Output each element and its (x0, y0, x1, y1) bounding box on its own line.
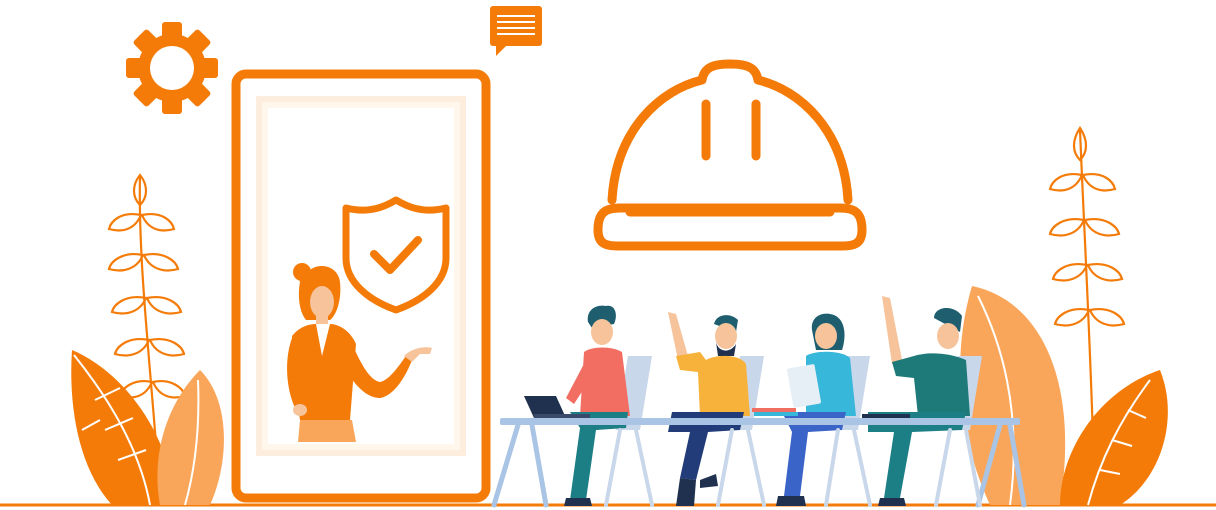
attendee-reading (752, 313, 856, 506)
safety-training-illustration (0, 0, 1216, 510)
attendee-hand-raised-beard (668, 312, 750, 506)
chat-bubble-icon (490, 6, 542, 56)
gear-icon (126, 22, 218, 114)
shield-check-icon (342, 196, 450, 314)
attendee-hand-raised (862, 296, 970, 506)
left-pale-leaf (157, 370, 224, 506)
illustration-canvas (0, 6, 1216, 508)
hard-hat-icon (593, 59, 867, 251)
right-big-leaf (1060, 370, 1168, 506)
